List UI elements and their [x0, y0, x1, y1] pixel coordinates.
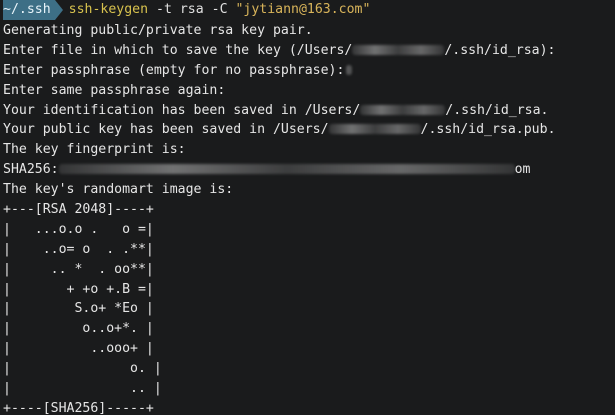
output-text: /.ssh/id_rsa. [445, 102, 549, 118]
output-line: The key fingerprint is: [3, 142, 186, 158]
prompt-path: ~/.ssh [3, 0, 55, 20]
output-line: Enter same passphrase again: [3, 82, 226, 98]
randomart-line: | S.o+ *Eo | [3, 301, 154, 317]
randomart-line: | .. | [3, 381, 162, 397]
randomart-line: | + +o +.B =| [3, 281, 154, 297]
randomart-line: | ..o= o . .**| [3, 241, 154, 257]
randomart-line: | ..ooo+ | [3, 341, 154, 357]
randomart-line: | o..o+*. | [3, 321, 154, 337]
command-flag-c: -C [211, 2, 228, 17]
output-text: /.ssh/id_rsa): [444, 42, 556, 58]
output-text: Enter file in which to save the key (/Us… [3, 42, 353, 58]
output-text: Your identification has been saved in /U… [3, 102, 361, 118]
output-line: Your public key has been saved in /Users… [3, 120, 615, 140]
command-flag-t-value: rsa [179, 2, 204, 17]
redacted-mark [346, 64, 353, 75]
prompt-line: ~/.ssh ssh-keygen -t rsa -C "jytiann@163.… [3, 0, 615, 21]
redacted-username [360, 104, 446, 115]
redacted-username [352, 44, 445, 55]
output-text: SHA256: [3, 162, 59, 178]
command-name: ssh-keygen [68, 2, 149, 17]
command-flag-t: -t [156, 2, 172, 17]
randomart-line: | .. * . oo**| [3, 261, 154, 277]
randomart-line: +---[RSA 2048]----+ [3, 202, 154, 218]
redacted-fingerprint [58, 164, 515, 175]
command-comment: "jytiann@163.com" [235, 2, 371, 17]
output-text: /.ssh/id_rsa.pub. [420, 122, 556, 138]
output-line: Your identification has been saved in /U… [3, 101, 615, 121]
output-line: Generating public/private rsa key pair. [3, 23, 313, 38]
terminal-window[interactable]: ~/.ssh ssh-keygen -t rsa -C "jytiann@163.… [0, 0, 615, 415]
redacted-username [328, 124, 421, 135]
prompt-arrow-icon [54, 0, 63, 20]
randomart-line: +----[SHA256]-----+ [3, 400, 154, 415]
output-line: The key's randomart image is: [3, 182, 234, 198]
fingerprint-line: SHA256: om [3, 160, 615, 180]
output-line: Enter file in which to save the key (/Us… [3, 41, 615, 61]
randomart-line: | ...o.o . o =| [3, 221, 154, 237]
randomart-line: | o. | [3, 361, 162, 377]
output-text: om [514, 162, 531, 178]
output-text: Your public key has been saved in /Users… [3, 122, 329, 138]
output-line: Enter passphrase (empty for no passphras… [3, 61, 615, 81]
output-text: Enter passphrase (empty for no passphras… [3, 62, 345, 78]
